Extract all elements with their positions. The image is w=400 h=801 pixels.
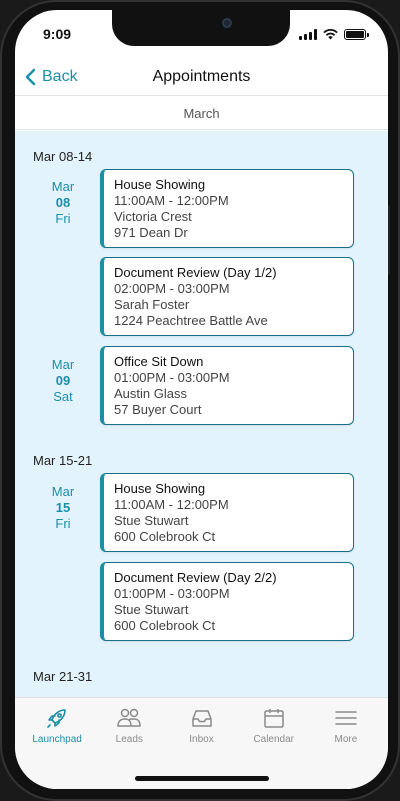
day-number: 15 [55, 500, 71, 515]
appointment-address: 57 Buyer Court [114, 402, 202, 417]
day-month: Mar [51, 357, 75, 372]
appointment-card[interactable]: Document Review (Day 1/2) 02:00PM - 03:0… [100, 257, 354, 336]
status-time: 9:09 [43, 26, 72, 42]
tab-label: Leads [115, 734, 143, 745]
appointment-person: Austin Glass [114, 386, 187, 401]
tab-label: Inbox [189, 734, 214, 745]
appointment-time: 01:00PM - 03:00PM [114, 586, 230, 601]
appointment-person: Stue Stuwart [114, 602, 189, 617]
day-number: 09 [55, 373, 71, 388]
tab-label: Calendar [253, 734, 294, 745]
notch [112, 10, 290, 46]
phone-frame: 9:09 Back Appointments March Mar 08-14 M… [0, 0, 400, 801]
calendar-icon [263, 709, 284, 728]
camera-icon [222, 18, 232, 28]
wifi-icon [323, 28, 338, 39]
appointment-title: Document Review (Day 1/2) [114, 265, 277, 280]
tab-launchpad[interactable]: Launchpad [21, 698, 93, 789]
appointment-title: Office Sit Down [114, 354, 204, 369]
day-of-week: Fri [55, 516, 71, 531]
appointment-title: House Showing [114, 177, 206, 192]
appointment-person: Stue Stuwart [114, 513, 189, 528]
back-label: Back [42, 68, 78, 85]
appointment-time: 11:00AM - 12:00PM [114, 193, 229, 208]
back-button[interactable]: Back [25, 64, 78, 90]
home-indicator[interactable] [135, 776, 269, 781]
appointment-card[interactable]: Office Sit Down 01:00PM - 03:00PM Austin… [100, 346, 354, 425]
day-number: 08 [55, 195, 71, 210]
appointment-title: House Showing [114, 481, 206, 496]
week-label: Mar 08-14 [33, 149, 93, 164]
day-label: Mar 09 Sat [35, 357, 91, 405]
tab-label: Launchpad [32, 734, 82, 745]
battery-icon [344, 28, 369, 40]
appointment-card[interactable]: House Showing 11:00AM - 12:00PM Stue Stu… [100, 473, 354, 552]
week-label: Mar 15-21 [33, 453, 93, 468]
signal-icon [299, 28, 317, 40]
appointment-person: Victoria Crest [114, 209, 192, 224]
appointment-card[interactable]: Document Review (Day 2/2) 01:00PM - 03:0… [100, 562, 354, 641]
status-icons [299, 28, 369, 40]
day-label: Mar 15 Fri [35, 484, 91, 532]
appointment-time: 02:00PM - 03:00PM [114, 281, 230, 296]
month-header: March [15, 97, 388, 130]
day-of-week: Sat [53, 389, 73, 404]
appointment-time: 11:00AM - 12:00PM [114, 497, 229, 512]
appointment-address: 971 Dean Dr [114, 225, 188, 240]
appointment-address: 1224 Peachtree Battle Ave [114, 313, 268, 328]
appointment-address: 600 Colebrook Ct [114, 618, 216, 633]
menu-icon [335, 711, 357, 725]
rocket-icon [47, 709, 66, 728]
chevron-left-icon [25, 68, 36, 86]
page-title: Appointments [152, 67, 251, 85]
week-label: Mar 21-31 [33, 669, 93, 684]
appointment-title: Document Review (Day 2/2) [114, 570, 277, 585]
day-of-week: Fri [55, 211, 71, 226]
day-month: Mar [51, 484, 75, 499]
appointment-card[interactable]: House Showing 11:00AM - 12:00PM Victoria… [100, 169, 354, 248]
nav-bar: Back Appointments [15, 58, 388, 96]
day-label: Mar 08 Fri [35, 179, 91, 227]
appointment-time: 01:00PM - 03:00PM [114, 370, 230, 385]
screen: 9:09 Back Appointments March Mar 08-14 M… [15, 10, 388, 789]
day-month: Mar [51, 179, 75, 194]
tab-label: More [334, 734, 358, 745]
people-icon [117, 708, 142, 727]
tab-more[interactable]: More [310, 698, 382, 789]
appointment-person: Sarah Foster [114, 297, 190, 312]
appointment-list[interactable]: Mar 08-14 Mar 08 Fri House Showing 11:00… [15, 131, 388, 697]
appointment-address: 600 Colebrook Ct [114, 529, 216, 544]
inbox-icon [191, 710, 212, 727]
